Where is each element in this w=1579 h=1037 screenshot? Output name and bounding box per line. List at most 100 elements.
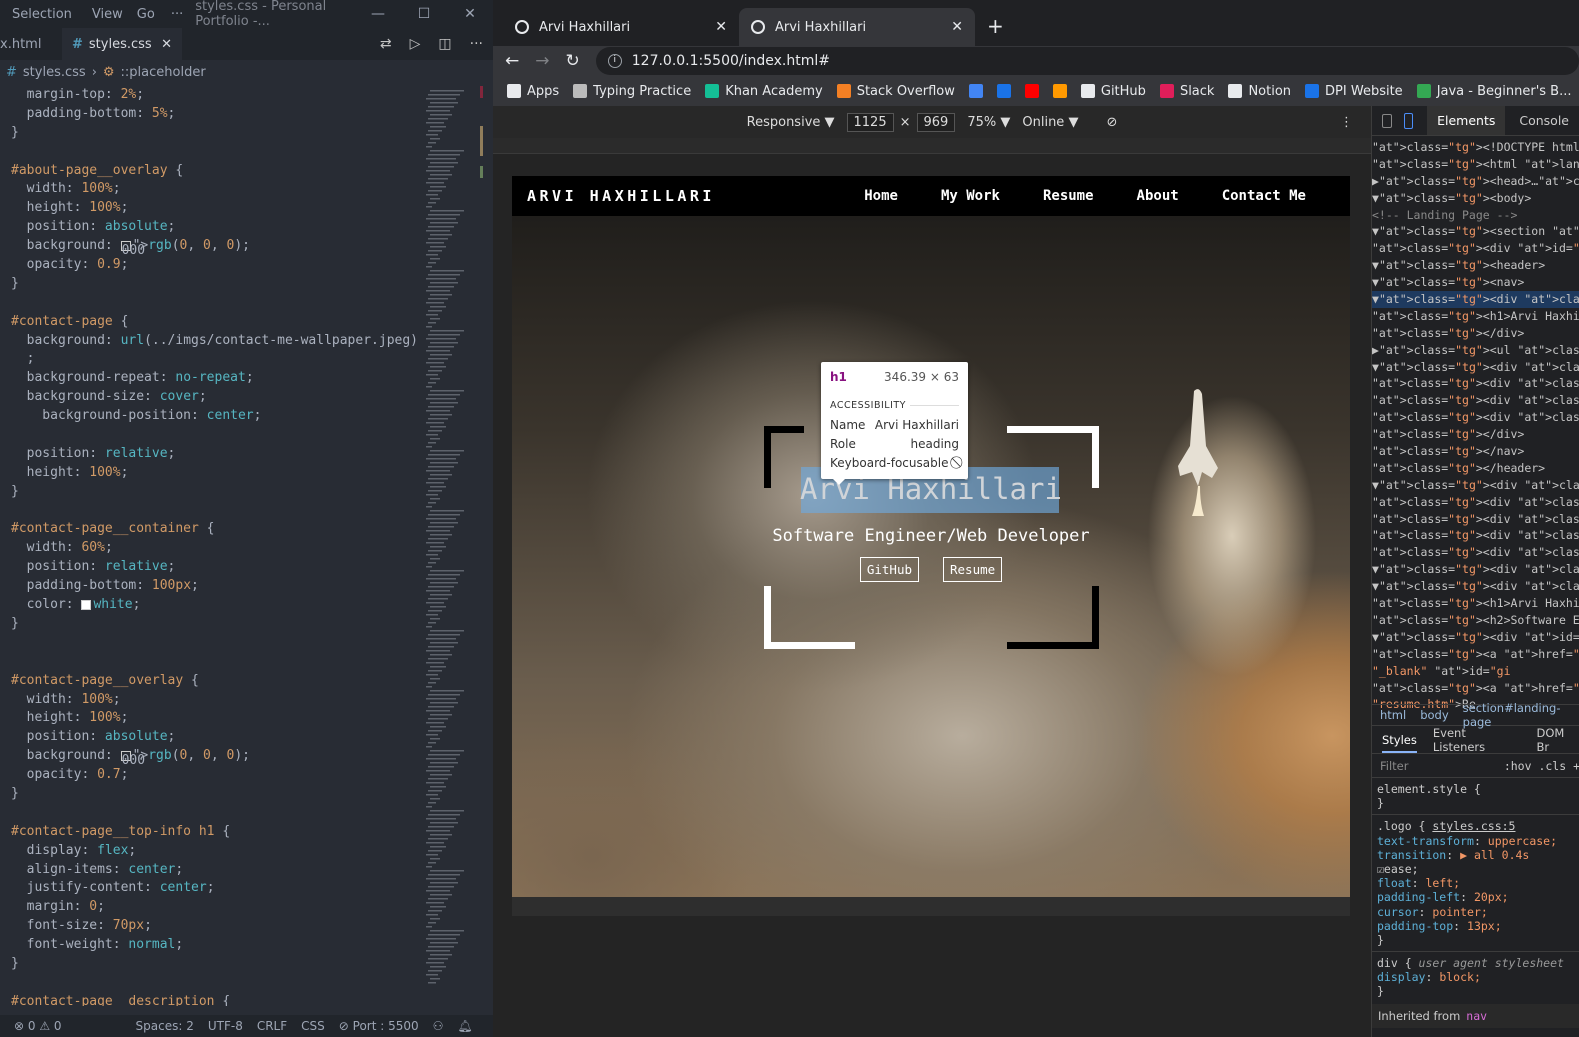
dom-node[interactable]: ▼"at">class="tg"><body> <box>1372 190 1579 207</box>
style-line[interactable]: } <box>1372 933 1579 947</box>
dom-tree[interactable]: "at">class="tg"><!DOCTYPE html> "at">clas… <box>1372 136 1579 713</box>
indent-status[interactable]: Spaces: 2 <box>136 1019 194 1033</box>
media-query-ruler[interactable] <box>493 138 1371 154</box>
new-tab-icon[interactable]: + <box>987 14 1004 38</box>
close-tab-icon[interactable]: ✕ <box>161 37 172 52</box>
dom-node[interactable]: "at">class="tg"><div "at">class="c-frame… <box>1372 544 1579 561</box>
tab-html[interactable]: x.html <box>0 28 62 60</box>
nav-home[interactable]: Home <box>864 188 898 204</box>
style-line[interactable]: cursor: pointer; <box>1372 905 1579 919</box>
browser-tab-active[interactable]: Arvi Haxhillari ✕ <box>739 8 975 46</box>
more-options-icon[interactable]: ⋮ <box>1340 115 1353 130</box>
style-line[interactable]: padding-left: 20px; <box>1372 890 1579 904</box>
dom-node[interactable]: "at">class="tg"><div "at">class="line3 <box>1372 409 1579 426</box>
filter-tools[interactable]: :hov .cls + <box>1504 759 1579 773</box>
bookmark-item[interactable] <box>1052 84 1067 98</box>
bookmark-item[interactable]: Notion <box>1228 84 1291 99</box>
dom-node[interactable]: "at">class="tg"><a "at">href="https: <box>1372 646 1579 663</box>
zoom-select[interactable]: 75% ▼ <box>967 115 1010 130</box>
viewport-height-input[interactable]: 969 <box>916 112 956 132</box>
tab-dom-breakpoints[interactable]: DOM Br <box>1537 726 1579 754</box>
crumb-html[interactable]: html <box>1380 708 1406 722</box>
bell-icon[interactable]: 🔔︎ <box>457 1019 472 1033</box>
encoding-status[interactable]: UTF-8 <box>208 1019 243 1033</box>
minimap[interactable] <box>424 86 484 1006</box>
reload-icon[interactable]: ↻ <box>566 51 580 71</box>
style-line[interactable]: transition: ▶ all 0.4s <box>1372 848 1579 862</box>
bookmark-item[interactable]: Java - Beginner's B... <box>1416 84 1572 99</box>
maximize-button[interactable]: ☐ <box>401 6 447 22</box>
dom-node[interactable]: "at">class="tg"></header> <box>1372 460 1579 477</box>
device-mode-select[interactable]: Responsive ▼ <box>747 115 835 130</box>
bookmark-item[interactable] <box>968 84 983 98</box>
close-window-button[interactable]: ✕ <box>447 6 493 22</box>
style-line[interactable]: div { user agent stylesheet <box>1372 956 1579 970</box>
bookmark-item[interactable] <box>996 84 1011 98</box>
bookmark-item[interactable]: DPI Website <box>1305 84 1403 99</box>
inspect-element-icon[interactable] <box>1382 113 1393 128</box>
code-editor[interactable]: margin-top: 2%; padding-bottom: 5%;} #abo… <box>0 86 420 1006</box>
bookmark-item[interactable]: Slack <box>1159 84 1214 99</box>
dom-node[interactable]: ▼"at">class="tg"><div "at">class="burger <box>1372 359 1579 376</box>
bookmark-item[interactable]: Apps <box>507 84 559 99</box>
github-button[interactable]: GitHub <box>859 557 919 582</box>
info-icon[interactable]: i <box>607 54 622 68</box>
inherited-tag[interactable]: nav <box>1466 1009 1487 1023</box>
crumb-body[interactable]: body <box>1420 708 1448 722</box>
nav-resume[interactable]: Resume <box>1043 188 1094 204</box>
dom-node-selected[interactable]: ▼"at">class="tg"><div "at">class="logo"> <box>1372 291 1579 308</box>
dom-node[interactable]: "at">class="tg"><html "at">lang="en"> <box>1372 156 1579 173</box>
rotate-icon[interactable]: ⊘ <box>1106 115 1117 130</box>
back-icon[interactable]: ← <box>505 51 519 71</box>
live-server-port[interactable]: ⊘ Port : 5500 <box>339 1019 419 1033</box>
tab-console[interactable]: Console <box>1509 106 1579 135</box>
eol-status[interactable]: CRLF <box>257 1019 287 1033</box>
menu-more[interactable]: ··· <box>171 7 183 22</box>
menu-selection[interactable]: Selection <box>12 7 72 22</box>
bookmark-item[interactable]: Typing Practice <box>573 84 691 99</box>
address-bar[interactable]: i 127.0.0.1:5500/index.html# <box>595 47 1579 75</box>
tab-elements[interactable]: Elements <box>1427 106 1506 135</box>
style-line[interactable]: float: left; <box>1372 876 1579 890</box>
dom-node[interactable]: ▼"at">class="tg"><div "at">class="landin… <box>1372 477 1579 494</box>
dom-node[interactable]: "at">class="tg"><h2>Software Engi <box>1372 612 1579 629</box>
breadcrumb-file[interactable]: styles.css <box>23 65 86 80</box>
style-line[interactable]: } <box>1372 796 1579 810</box>
dom-node[interactable]: "at">class="tg"><h1>Arvi Haxhilla <box>1372 595 1579 612</box>
dom-node[interactable]: <!-- Landing Page --> <box>1372 207 1579 224</box>
dom-node[interactable]: ▼"at">class="tg"><section "at">id="landi… <box>1372 223 1579 240</box>
close-tab-icon[interactable]: ✕ <box>951 19 963 35</box>
style-line[interactable]: ☑ease; <box>1372 862 1579 876</box>
dom-node[interactable]: "_blank" "at">id="gi <box>1372 663 1579 680</box>
network-throttle-select[interactable]: Online ▼ <box>1022 115 1078 130</box>
split-editor-icon[interactable]: ◫ <box>438 36 451 52</box>
style-line[interactable]: } <box>1372 984 1579 998</box>
forward-icon[interactable]: → <box>535 51 549 71</box>
device-toggle-icon[interactable] <box>1404 112 1414 129</box>
breadcrumb-symbol[interactable]: ::placeholder <box>121 65 206 80</box>
menu-view[interactable]: View <box>92 7 123 22</box>
styles-pane[interactable]: element.style {} .logo { styles.css:5 tex… <box>1372 782 1579 999</box>
dom-node[interactable]: "at">class="tg"><div "at">id="landing-pa… <box>1372 240 1579 257</box>
resume-button[interactable]: Resume <box>943 557 1003 582</box>
dom-node[interactable]: "at">class="tg"><h1>Arvi Haxhilla <box>1372 308 1579 325</box>
style-line[interactable]: display: block; <box>1372 970 1579 984</box>
tab-styles[interactable]: Styles <box>1382 733 1417 753</box>
run-icon[interactable]: ▷ <box>410 36 421 52</box>
dom-node[interactable]: "at">class="tg"><div "at">class="line2 <box>1372 392 1579 409</box>
compare-changes-icon[interactable]: ⇄ <box>380 36 392 52</box>
dom-node[interactable]: ▶"at">class="tg"><ul "at">class="navLink… <box>1372 342 1579 359</box>
filter-input[interactable]: Filter <box>1380 759 1408 773</box>
dom-node[interactable]: "at">class="tg"><div "at">class="c-frame… <box>1372 527 1579 544</box>
style-line[interactable]: text-transform: uppercase; <box>1372 834 1579 848</box>
style-line[interactable]: .logo { styles.css:5 <box>1372 819 1579 833</box>
browser-tab[interactable]: Arvi Haxhillari ✕ <box>503 8 739 46</box>
dom-node[interactable]: "at">class="tg"></div> <box>1372 325 1579 342</box>
style-line[interactable]: element.style { <box>1372 782 1579 796</box>
dom-node[interactable]: "at">class="tg"></div> <box>1372 426 1579 443</box>
minimize-button[interactable]: — <box>355 6 401 22</box>
site-logo[interactable]: Arvi Haxhillari <box>527 187 715 205</box>
dom-node[interactable]: "at">class="tg"><!DOCTYPE html> <box>1372 139 1579 156</box>
menu-go[interactable]: Go <box>137 7 155 22</box>
more-actions-icon[interactable]: ··· <box>470 36 483 52</box>
